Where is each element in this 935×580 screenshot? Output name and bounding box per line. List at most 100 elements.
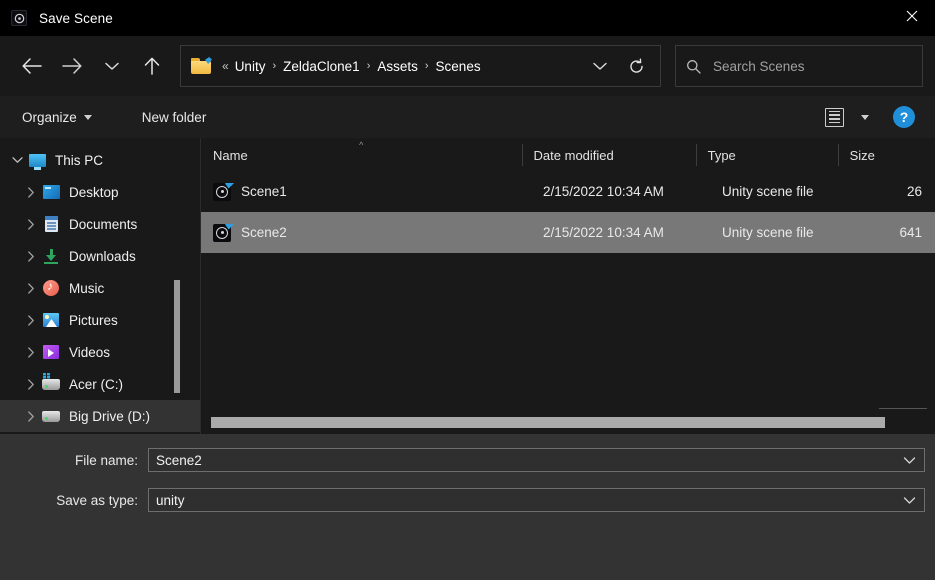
organize-button[interactable]: Organize [14, 105, 100, 130]
refresh-icon[interactable] [616, 47, 656, 85]
chevron-down-icon[interactable] [6, 149, 28, 171]
back-icon[interactable] [12, 46, 52, 86]
computer-icon [28, 151, 46, 170]
table-row[interactable]: Scene1 2/15/2022 10:34 AM Unity scene fi… [201, 171, 935, 212]
save-as-type-field[interactable]: unity [148, 488, 925, 512]
file-name-text: Scene2 [241, 225, 287, 240]
unity-scene-file-icon [213, 223, 234, 242]
sidebar-item-acer-c[interactable]: Acer (C:) [0, 368, 200, 400]
sidebar-item-videos[interactable]: Videos [0, 336, 200, 368]
file-name-row: File name: [0, 444, 935, 476]
file-name-input[interactable] [156, 452, 896, 468]
sidebar-item-label: Downloads [69, 248, 136, 264]
sidebar-vertical-scrollbar[interactable] [174, 280, 180, 393]
chevron-right-icon[interactable] [20, 309, 42, 331]
address-dropdown-chevron-down-icon[interactable] [584, 47, 616, 85]
forward-icon[interactable] [52, 46, 92, 86]
navigation-tree: This PC Desktop Documents Downloads ♪ Mu… [0, 138, 200, 434]
documents-icon [42, 215, 60, 233]
column-resize-tick [879, 408, 927, 409]
downloads-icon [42, 247, 60, 265]
save-form-area: File name: Save as type: unity Hide [0, 434, 935, 580]
horizontal-scrollbar-thumb[interactable] [211, 417, 885, 428]
unity-icon [11, 10, 27, 26]
chevron-right-icon[interactable] [20, 213, 42, 235]
breadcrumb-separator: › [272, 60, 277, 72]
column-header-name[interactable]: ^ Name [201, 138, 522, 171]
unity-scene-file-icon [213, 182, 234, 201]
column-header-date-modified[interactable]: Date modified [521, 138, 696, 171]
breadcrumb-item-zeldaclone1[interactable]: ZeldaClone1 [279, 56, 364, 77]
breadcrumb-item-scenes[interactable]: Scenes [432, 56, 485, 77]
file-type-cell: Unity scene file [722, 225, 814, 240]
search-input[interactable] [713, 58, 912, 74]
file-name-chevron-down-icon[interactable] [896, 449, 922, 471]
sidebar-item-label: Documents [69, 216, 138, 232]
file-name-cell: Scene1 [201, 182, 531, 201]
file-date-cell: 2/15/2022 10:34 AM [543, 225, 664, 240]
column-headers: ^ Name Date modified Type Size [201, 138, 935, 171]
sidebar-item-label: Desktop [69, 184, 119, 200]
sidebar-item-desktop[interactable]: Desktop [0, 176, 200, 208]
folder-icon [191, 57, 212, 74]
file-size-cell: 26 [906, 184, 922, 199]
command-bar: Organize New folder ? [0, 96, 935, 138]
sidebar-item-label: Videos [69, 344, 111, 360]
new-folder-button[interactable]: New folder [134, 105, 215, 130]
chevron-right-icon[interactable] [20, 373, 42, 395]
sidebar-item-downloads[interactable]: Downloads [0, 240, 200, 272]
chevron-right-icon[interactable] [20, 277, 42, 299]
table-row[interactable]: Scene2 2/15/2022 10:34 AM Unity scene fi… [201, 212, 935, 253]
sidebar-item-label: Pictures [69, 312, 118, 328]
column-header-size[interactable]: Size [837, 138, 935, 171]
title-bar: Save Scene [0, 0, 935, 36]
chevron-right-icon[interactable] [20, 245, 42, 267]
sidebar-item-music[interactable]: Music [0, 272, 200, 304]
sidebar-item-big-drive-d[interactable]: Big Drive (D:) [0, 400, 200, 432]
save-as-type-chevron-down-icon[interactable] [896, 489, 922, 511]
breadcrumb-item-unity[interactable]: Unity [231, 56, 270, 77]
chevron-right-icon[interactable] [20, 181, 42, 203]
pictures-icon [42, 311, 60, 329]
address-bar[interactable]: « Unity › ZeldaClone1 › Assets › Scenes [180, 45, 661, 87]
desktop-icon [42, 183, 60, 201]
column-header-label: Size [849, 148, 875, 163]
column-header-type[interactable]: Type [695, 138, 838, 171]
sidebar-item-label: Acer (C:) [69, 376, 123, 392]
help-button[interactable]: ? [893, 106, 915, 128]
file-name-cell: Scene2 [201, 223, 531, 242]
file-list-horizontal-scrollbar[interactable] [201, 417, 935, 428]
chevron-right-icon[interactable] [20, 341, 42, 363]
breadcrumb: « Unity › ZeldaClone1 › Assets › Scenes [220, 56, 584, 77]
save-as-type-row: Save as type: unity [0, 484, 935, 516]
file-list-pane: ^ Name Date modified Type Size Scene1 2/… [201, 138, 935, 434]
recent-locations-chevron-down-icon[interactable] [92, 46, 132, 86]
sidebar-item-pictures[interactable]: Pictures [0, 304, 200, 336]
up-icon[interactable] [132, 46, 172, 86]
list-view-icon[interactable] [817, 102, 851, 132]
file-type-cell: Unity scene file [722, 184, 814, 199]
file-date-cell: 2/15/2022 10:34 AM [543, 184, 664, 199]
videos-icon [42, 343, 60, 361]
drive-icon [42, 407, 60, 425]
breadcrumb-item-assets[interactable]: Assets [373, 56, 422, 77]
chevron-right-icon[interactable] [20, 405, 42, 427]
column-header-label: Name [213, 148, 248, 163]
sidebar-item-documents[interactable]: Documents [0, 208, 200, 240]
file-name-label: File name: [74, 452, 138, 468]
search-box[interactable] [675, 45, 923, 87]
content-area: This PC Desktop Documents Downloads ♪ Mu… [0, 138, 935, 434]
file-name-field[interactable] [148, 448, 925, 472]
window-title: Save Scene [39, 10, 113, 26]
navigation-bar: « Unity › ZeldaClone1 › Assets › Scenes [0, 36, 935, 96]
sidebar-item-this-pc[interactable]: This PC [0, 144, 200, 176]
breadcrumb-separator: › [424, 60, 429, 72]
save-as-type-label: Save as type: [56, 492, 138, 508]
close-icon[interactable] [889, 0, 935, 32]
drive-icon [42, 372, 60, 393]
breadcrumb-overflow[interactable]: « [220, 59, 231, 73]
sidebar-item-label: This PC [55, 152, 104, 168]
search-icon [686, 59, 701, 74]
save-as-type-value: unity [156, 492, 185, 508]
view-options-chevron-down-icon[interactable] [853, 102, 877, 132]
